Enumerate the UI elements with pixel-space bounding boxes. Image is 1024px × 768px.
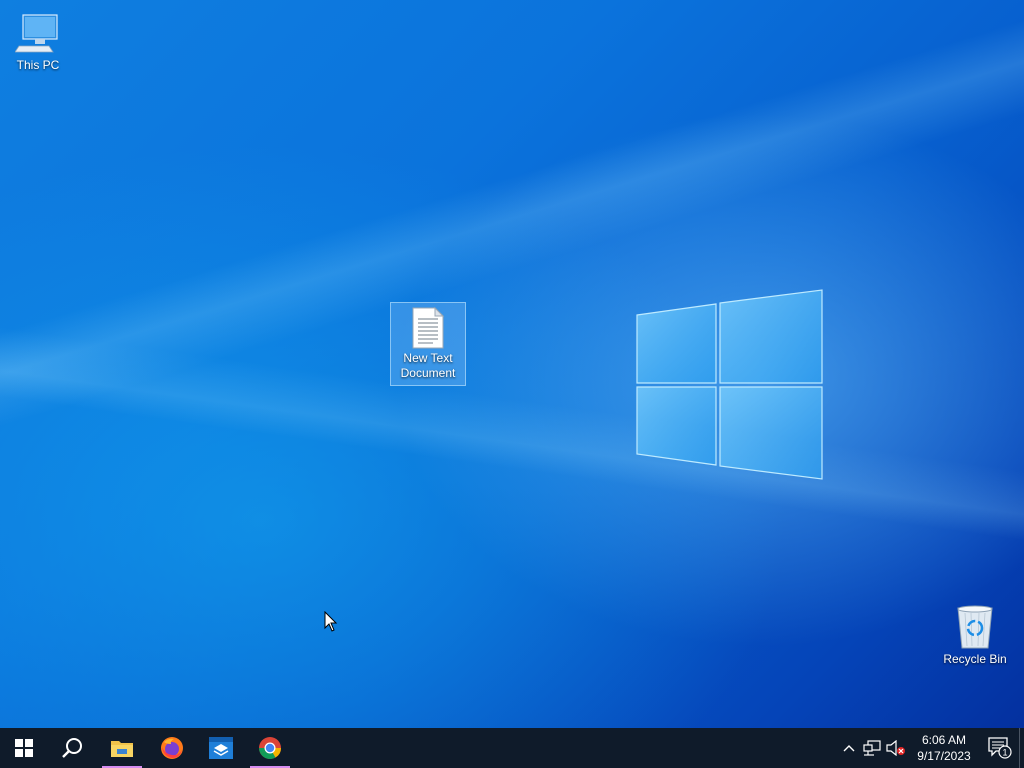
recycle-bin-icon xyxy=(957,605,993,649)
firefox-icon xyxy=(161,737,183,759)
taskbar-app-button[interactable] xyxy=(197,728,245,768)
search-icon xyxy=(62,738,82,758)
search-button[interactable] xyxy=(48,728,96,768)
folder-icon xyxy=(111,741,133,757)
action-center-button[interactable]: 1 xyxy=(980,728,1020,768)
clock-time: 6:06 AM xyxy=(921,733,967,747)
taskbar-file-explorer-button[interactable] xyxy=(98,728,146,768)
app-window-icon xyxy=(209,737,233,759)
network-icon xyxy=(863,740,881,756)
volume-button[interactable] xyxy=(884,728,908,768)
desktop-icon-recycle-bin[interactable]: Recycle Bin xyxy=(937,600,1013,667)
wallpaper-light-beam xyxy=(0,0,1024,728)
start-button[interactable] xyxy=(0,728,48,768)
desktop-icon-label: This PC xyxy=(16,58,60,72)
clock-date: 9/17/2023 xyxy=(917,749,971,763)
windows-start-icon xyxy=(15,739,33,757)
desktop-icon-label: New Text Document xyxy=(400,351,456,380)
clock[interactable]: 6:06 AM 9/17/2023 xyxy=(908,728,980,768)
network-button[interactable] xyxy=(860,728,884,768)
taskbar-chrome-button[interactable] xyxy=(246,728,294,768)
computer-icon xyxy=(15,14,58,53)
show-hidden-icons-button[interactable] xyxy=(838,728,860,768)
text-document-icon xyxy=(412,307,445,349)
chrome-icon xyxy=(259,737,281,759)
desktop-icon-new-text-document[interactable]: New Text Document xyxy=(390,302,466,386)
action-center-icon: 1 xyxy=(988,737,1012,759)
desktop-icon-label: Recycle Bin xyxy=(943,652,1007,666)
mouse-cursor xyxy=(324,611,338,632)
chevron-up-icon xyxy=(843,745,855,752)
taskbar: 6:06 AM 9/17/2023 1 xyxy=(0,728,1024,768)
wallpaper-light-beam xyxy=(0,0,1024,728)
taskbar-firefox-button[interactable] xyxy=(148,728,196,768)
windows-logo-wallpaper xyxy=(636,289,823,480)
desktop-icon-this-pc[interactable]: This PC xyxy=(0,8,76,73)
desktop[interactable]: This PC New Text Document Recycle Bin xyxy=(0,0,1024,728)
show-desktop-button[interactable] xyxy=(1019,728,1024,768)
volume-muted-icon xyxy=(886,740,905,756)
notification-count: 1 xyxy=(1002,748,1007,758)
